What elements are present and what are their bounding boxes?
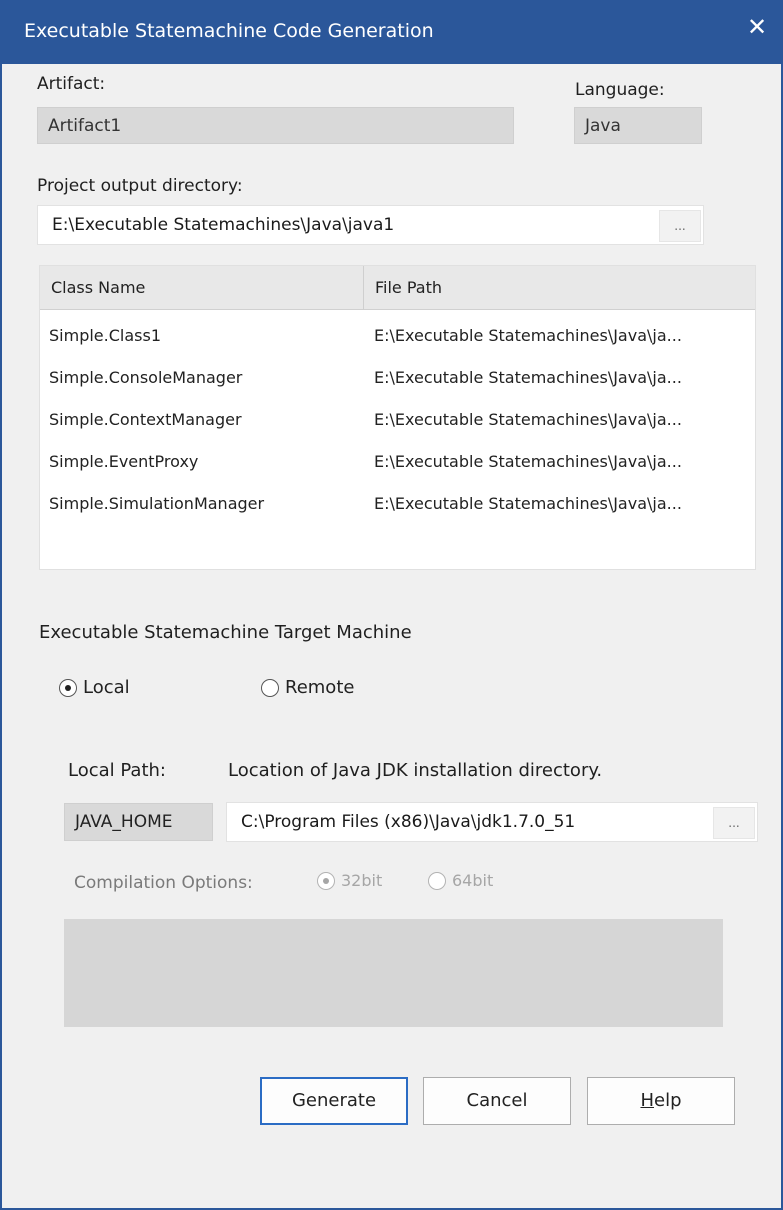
table-row[interactable]: Simple.Class1 E:\Executable Statemachine… — [40, 316, 755, 358]
radio-32bit[interactable]: 32bit — [317, 871, 382, 890]
file-path-cell: E:\Executable Statemachines\Java\ja... — [374, 326, 682, 345]
output-directory-label: Project output directory: — [37, 176, 243, 196]
class-name-cell: Simple.SimulationManager — [49, 494, 265, 513]
table-header: Class Name File Path — [40, 266, 755, 310]
class-name-cell: Simple.EventProxy — [49, 452, 199, 471]
output-panel — [64, 919, 723, 1027]
cancel-button[interactable]: Cancel — [423, 1077, 571, 1125]
radio-remote[interactable]: Remote — [261, 677, 354, 698]
column-header-class-name[interactable]: Class Name — [51, 278, 145, 297]
artifact-label: Artifact: — [37, 74, 106, 94]
compilation-options-label: Compilation Options: — [74, 873, 253, 893]
help-label-rest: elp — [654, 1090, 682, 1111]
language-label: Language: — [575, 80, 665, 100]
help-mnemonic: H — [640, 1090, 655, 1111]
table-row[interactable]: Simple.ContextManager E:\Executable Stat… — [40, 400, 755, 442]
local-path-label: Local Path: — [68, 760, 166, 781]
table-row[interactable]: Simple.ConsoleManager E:\Executable Stat… — [40, 358, 755, 400]
radio-64bit-label: 64bit — [452, 871, 494, 890]
local-path-description: Location of Java JDK installation direct… — [228, 760, 603, 781]
help-button[interactable]: Help — [587, 1077, 735, 1125]
file-path-cell: E:\Executable Statemachines\Java\ja... — [374, 452, 682, 471]
jdk-path-input[interactable]: C:\Program Files (x86)\Java\jdk1.7.0_51 … — [226, 802, 758, 842]
class-name-cell: Simple.ContextManager — [49, 410, 242, 429]
java-home-variable: JAVA_HOME — [64, 803, 213, 841]
radio-remote-label: Remote — [285, 677, 355, 698]
radio-32bit-label: 32bit — [341, 871, 383, 890]
title-bar[interactable]: Executable Statemachine Code Generation … — [2, 0, 781, 64]
class-name-cell: Simple.ConsoleManager — [49, 368, 243, 387]
window-title: Executable Statemachine Code Generation — [24, 20, 434, 42]
language-field: Java — [574, 107, 702, 144]
close-icon[interactable]: ✕ — [741, 12, 773, 44]
radio-unselected-icon — [261, 678, 279, 697]
radio-selected-icon — [59, 678, 77, 697]
target-machine-heading: Executable Statemachine Target Machine — [39, 622, 412, 643]
column-divider[interactable] — [363, 266, 364, 310]
radio-local[interactable]: Local — [59, 677, 130, 698]
artifact-field: Artifact1 — [37, 107, 514, 144]
class-name-cell: Simple.Class1 — [49, 326, 161, 345]
file-path-cell: E:\Executable Statemachines\Java\ja... — [374, 494, 682, 513]
dialog-window: Executable Statemachine Code Generation … — [0, 0, 783, 1210]
radio-64bit[interactable]: 64bit — [428, 871, 493, 890]
radio-unselected-icon — [428, 871, 446, 890]
jdk-path-value: C:\Program Files (x86)\Java\jdk1.7.0_51 — [241, 812, 576, 832]
file-path-cell: E:\Executable Statemachines\Java\ja... — [374, 410, 682, 429]
generate-button[interactable]: Generate — [260, 1077, 408, 1125]
file-path-cell: E:\Executable Statemachines\Java\ja... — [374, 368, 682, 387]
jdk-path-browse-button[interactable]: ... — [713, 807, 755, 839]
output-directory-value: E:\Executable Statemachines\Java\java1 — [52, 215, 395, 235]
output-directory-browse-button[interactable]: ... — [659, 210, 701, 242]
column-header-file-path[interactable]: File Path — [375, 278, 442, 297]
output-directory-input[interactable]: E:\Executable Statemachines\Java\java1 .… — [37, 205, 704, 245]
radio-selected-icon — [317, 871, 335, 890]
radio-local-label: Local — [83, 677, 130, 698]
table-row[interactable]: Simple.SimulationManager E:\Executable S… — [40, 484, 755, 526]
class-file-table[interactable]: Class Name File Path Simple.Class1 E:\Ex… — [39, 265, 756, 570]
table-row[interactable]: Simple.EventProxy E:\Executable Statemac… — [40, 442, 755, 484]
